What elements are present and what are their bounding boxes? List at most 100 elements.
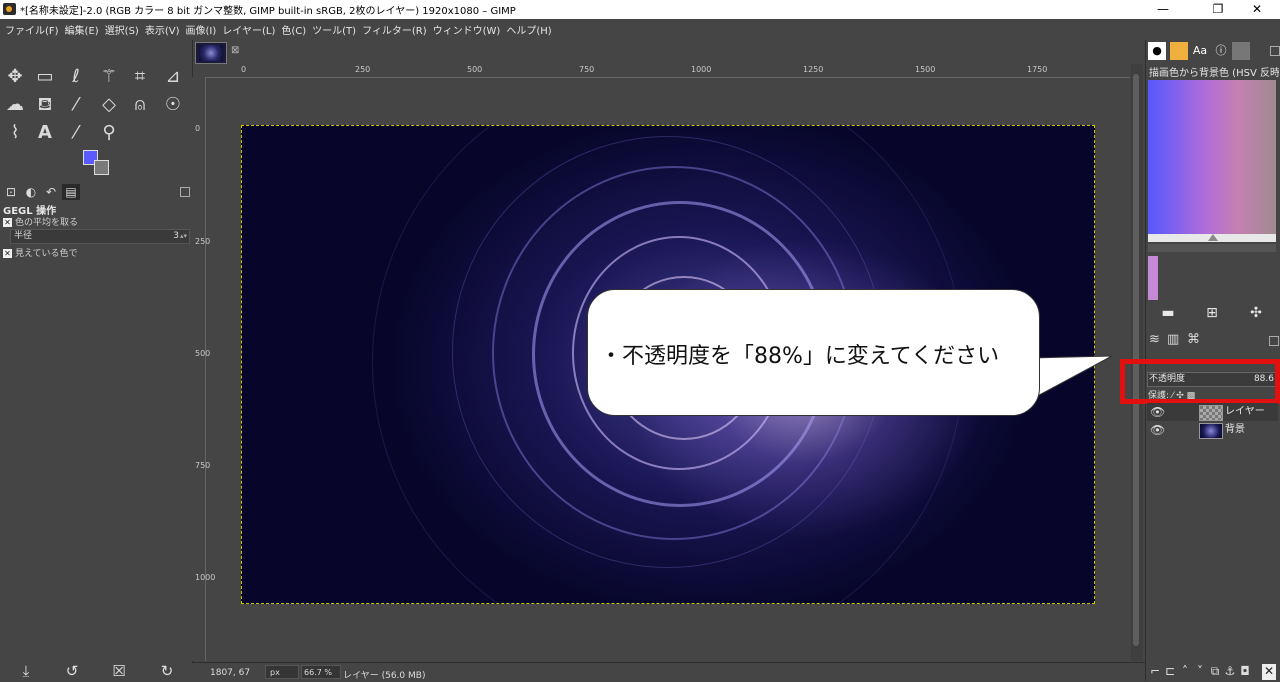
image-tab-close-icon[interactable]: ⊠ (231, 45, 239, 56)
ruler-label: 250 (195, 237, 211, 246)
average-color-option[interactable]: ✕ 色の平均を取る (3, 215, 78, 228)
ruler-label: 0 (241, 65, 247, 74)
help-tab-icon[interactable]: ⓘ (1212, 42, 1230, 60)
vertical-ruler: 0 250 500 750 1000 (192, 77, 215, 661)
menu-image[interactable]: 画像(I) (183, 22, 220, 37)
ruler-label: 0 (195, 124, 201, 133)
paths-tool-icon[interactable]: ⌇ (2, 120, 28, 146)
ruler-label: 1000 (691, 65, 712, 74)
ruler-label: 500 (195, 349, 211, 358)
color-picker-tool-icon[interactable]: ⁄ (63, 120, 89, 146)
zoom-tool-icon[interactable]: ⚲ (96, 120, 122, 146)
paintbrush-tool-icon[interactable]: ⁄ (63, 92, 89, 118)
radius-spin-field[interactable]: 半径 3 ▴▾ (10, 229, 190, 244)
image-tab[interactable] (195, 42, 227, 64)
layers-tab-icon[interactable]: ≋ (1149, 332, 1160, 347)
gradients-tab-icon[interactable] (1232, 42, 1250, 60)
gradient-title: 描画色から背景色 (HSV 反時計 (1149, 68, 1279, 79)
layer-thumbnail (1199, 423, 1223, 439)
ruler-label: 1750 (1027, 65, 1048, 74)
delete-layer-icon[interactable]: ✕ (1262, 664, 1276, 680)
unified-transform-tool-icon[interactable]: ⊿ (160, 64, 186, 90)
menu-windows[interactable]: ウィンドウ(W) (430, 22, 504, 37)
instruction-text: ・不透明度を「88%」に変えてください (600, 344, 1000, 369)
text-tool-icon[interactable]: A (32, 120, 58, 146)
new-layer-icon[interactable]: ⌐ (1148, 664, 1162, 680)
raise-layer-icon[interactable]: ˄ (1178, 664, 1192, 680)
gradient-midpoint-icon[interactable] (1208, 234, 1218, 241)
lower-layer-icon[interactable]: ˅ (1193, 664, 1207, 680)
ruler-label: 500 (467, 65, 483, 74)
plus-icon[interactable]: ⊞ (1204, 305, 1220, 321)
menu-select[interactable]: 選択(S) (102, 22, 142, 37)
patterns-tab-icon[interactable] (1170, 42, 1188, 60)
smudge-tool-icon[interactable]: ☉ (160, 92, 186, 118)
crop-tool-icon[interactable]: ⌗ (127, 64, 153, 90)
checkbox-checked-icon[interactable]: ✕ (3, 249, 12, 258)
eye-icon[interactable]: 👁 (1150, 403, 1165, 421)
anchor-layer-icon[interactable]: ⚓ (1223, 664, 1237, 680)
menu-bar: ファイル(F) 編集(E) 選択(S) 表示(V) 画像(I) レイヤー(L) … (0, 19, 1280, 40)
layer-row[interactable]: 👁 背景 (1147, 421, 1278, 439)
device-status-tab-icon[interactable]: ◐ (22, 184, 40, 200)
ruler-label: 1500 (915, 65, 936, 74)
title-bar: *[名称未設定]-2.0 (RGB カラー 8 bit ガンマ整数, GIMP … (0, 0, 1280, 19)
delete-options-icon[interactable]: ☒ (109, 662, 129, 680)
eye-icon[interactable]: 👁 (1150, 421, 1165, 439)
menu-tools[interactable]: ツール(T) (309, 22, 359, 37)
panel-menu-icon[interactable] (1270, 46, 1280, 56)
spin-arrows-icon[interactable]: ▴▾ (180, 230, 187, 243)
checkbox-checked-icon[interactable]: ✕ (3, 218, 12, 227)
gradient-preview[interactable] (1148, 80, 1276, 234)
sample-merged-option[interactable]: ✕ 見えている色で (3, 246, 78, 259)
rect-select-tool-icon[interactable]: ▭ (32, 64, 58, 90)
mask-layer-icon[interactable]: ◘ (1238, 664, 1252, 680)
paths-tab-icon[interactable]: ⌘ (1187, 332, 1200, 347)
menu-filters[interactable]: フィルター(R) (359, 22, 430, 37)
menu-layer[interactable]: レイヤー(L) (219, 22, 278, 37)
panel-menu-icon[interactable] (1269, 336, 1279, 346)
reset-options-icon[interactable]: ↻ (157, 662, 177, 680)
undo-history-tab-icon[interactable]: ↶ (42, 184, 60, 200)
background-color-swatch[interactable] (94, 160, 109, 175)
channels-tab-icon[interactable]: ▥ (1167, 332, 1179, 347)
save-options-icon[interactable]: ⤓ (16, 662, 36, 680)
layers-tabs: ≋ ▥ ⌘ (1147, 332, 1279, 350)
bucket-fill-tool-icon[interactable]: ⛾ (32, 92, 58, 118)
close-icon[interactable]: ✕ (1234, 0, 1280, 19)
menu-edit[interactable]: 編集(E) (62, 22, 102, 37)
menu-help[interactable]: ヘルプ(H) (503, 22, 554, 37)
panel-menu-icon[interactable] (180, 187, 190, 197)
zoom-select[interactable]: 66.7 % (301, 665, 341, 679)
gradient-slider[interactable] (1148, 234, 1276, 242)
menu-colors[interactable]: 色(C) (278, 22, 309, 37)
gradient-scrollbar[interactable] (1148, 244, 1276, 252)
restore-options-icon[interactable]: ↺ (62, 662, 82, 680)
duplicate-layer-icon[interactable]: ⧉ (1208, 664, 1222, 680)
menu-file[interactable]: ファイル(F) (2, 22, 62, 37)
fit-icon[interactable]: ✣ (1248, 305, 1264, 321)
brushes-tab-icon[interactable]: ● (1148, 42, 1166, 60)
callout-tail (1030, 355, 1113, 401)
gradient-swatch (1148, 256, 1158, 300)
free-select-tool-icon[interactable]: ℓ (63, 64, 89, 90)
tool-options-tab-icon[interactable]: ⊡ (2, 184, 20, 200)
clone-tool-icon[interactable]: ⍝ (127, 92, 153, 118)
move-tool-icon[interactable]: ✥ (2, 64, 28, 90)
warp-transform-tool-icon[interactable]: ☁ (2, 92, 28, 118)
ruler-label: 1250 (803, 65, 824, 74)
unit-select[interactable]: px (265, 665, 299, 679)
new-group-icon[interactable]: ⊏ (1163, 664, 1177, 680)
pointer-coordinates: 1807, 67 (210, 668, 251, 678)
fonts-tab-icon[interactable]: Aa (1191, 42, 1209, 60)
minus-icon[interactable]: ▬ (1160, 305, 1176, 321)
gimp-app-icon (3, 3, 16, 15)
menu-view[interactable]: 表示(V) (142, 22, 183, 37)
layer-row[interactable]: 👁 レイヤー (1147, 403, 1278, 421)
fuzzy-select-tool-icon[interactable]: ⚚ (96, 64, 122, 90)
eraser-tool-icon[interactable]: ◇ (96, 92, 122, 118)
minimize-icon[interactable]: — (1140, 0, 1186, 19)
sample-merged-label: 見えている色で (15, 249, 78, 259)
images-tab-icon[interactable]: ▤ (62, 184, 80, 200)
radius-value: 3 (173, 231, 179, 241)
